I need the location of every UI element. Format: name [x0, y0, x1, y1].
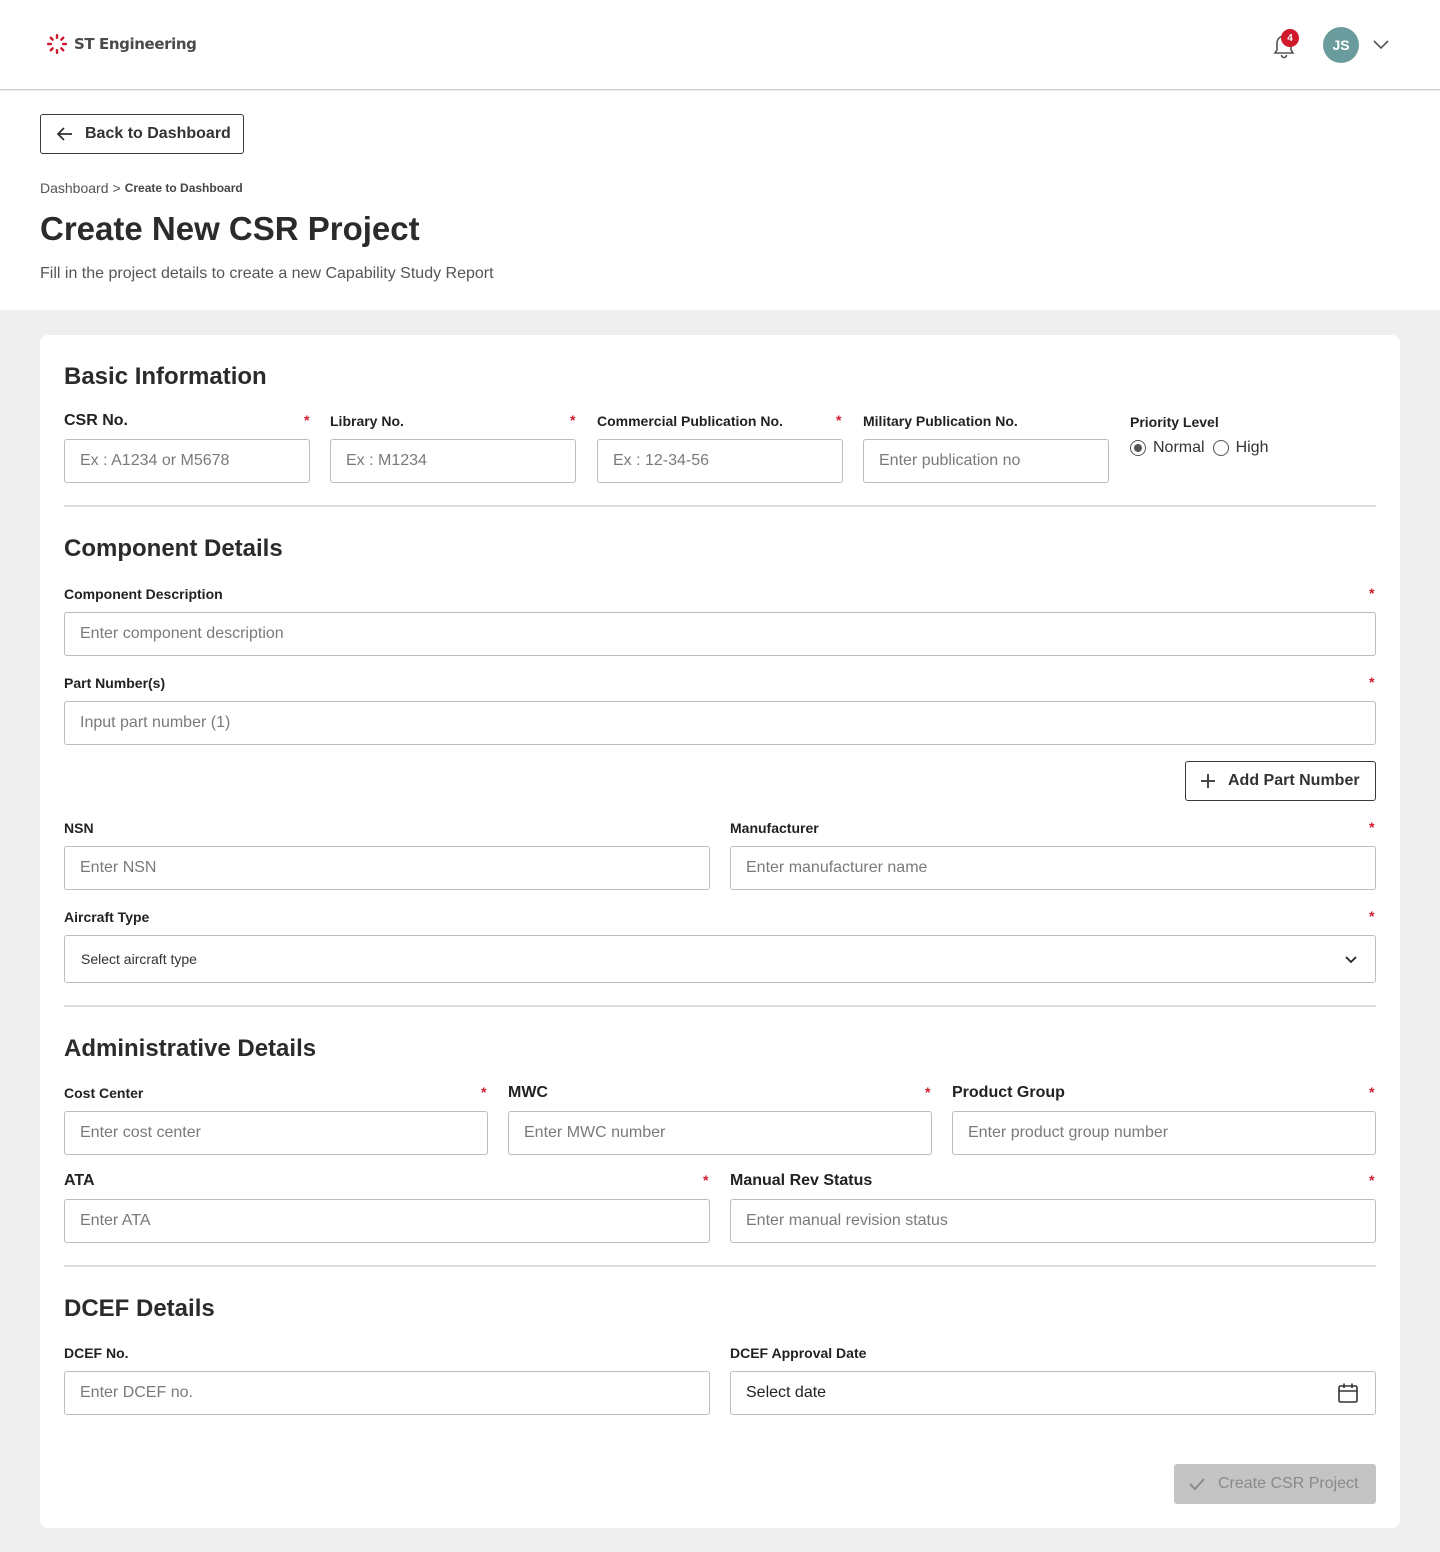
manufacturer-input[interactable]	[730, 846, 1376, 890]
radio-selected-icon[interactable]	[1130, 440, 1146, 456]
nsn-label: NSN	[64, 820, 94, 836]
required-marker: *	[1369, 674, 1375, 690]
priority-radio-group: Normal High	[1130, 439, 1268, 457]
create-csr-project-button[interactable]: Create CSR Project	[1174, 1464, 1376, 1504]
required-marker: *	[703, 1172, 709, 1188]
top-bar: ST Engineering 4 JS	[0, 0, 1440, 90]
manual-rev-status-label: Manual Rev Status	[730, 1172, 873, 1189]
part-number-label: Part Number(s)	[64, 675, 166, 691]
component-description-input[interactable]	[64, 612, 1376, 656]
mwc-label: MWC	[508, 1084, 548, 1101]
breadcrumb-separator: >	[112, 180, 121, 196]
arrow-left-icon	[56, 127, 72, 141]
library-no-input[interactable]	[330, 439, 576, 483]
required-marker: *	[1369, 1172, 1375, 1188]
radio-unselected-icon[interactable]	[1212, 440, 1229, 456]
priority-high-label: High	[1235, 439, 1269, 456]
product-group-label: Product Group	[952, 1084, 1065, 1101]
csr-no-label: CSR No.	[64, 412, 128, 429]
breadcrumb: Dashboard > Create to Dashboard	[40, 180, 243, 196]
required-marker: *	[481, 1084, 487, 1100]
chevron-down-icon	[1345, 956, 1357, 964]
priority-high-option[interactable]: High	[1212, 439, 1269, 457]
aircraft-type-select[interactable]: Select aircraft type	[64, 935, 1376, 983]
military-publication-label: Military Publication No.	[863, 413, 1018, 429]
page-title: Create New CSR Project	[40, 210, 420, 247]
page-subtitle: Fill in the project details to create a …	[40, 265, 494, 282]
manual-rev-status-input[interactable]	[730, 1199, 1376, 1243]
commercial-publication-input[interactable]	[597, 439, 843, 483]
priority-normal-option[interactable]: Normal	[1130, 439, 1205, 457]
section-title-administrative-details: Administrative Details	[64, 1035, 317, 1062]
brand-name: ST Engineering	[74, 35, 197, 53]
dcef-approval-date-label: DCEF Approval Date	[730, 1345, 867, 1361]
section-title-basic-information: Basic Information	[64, 363, 267, 390]
csr-form-card: Basic Information CSR No. * Library No. …	[40, 335, 1400, 1528]
ata-input[interactable]	[64, 1199, 710, 1243]
cost-center-input[interactable]	[64, 1111, 488, 1155]
required-marker: *	[836, 412, 842, 428]
required-marker: *	[1369, 908, 1375, 924]
section-title-component-details: Component Details	[64, 535, 283, 562]
st-engineering-logo-icon	[47, 34, 67, 54]
required-marker: *	[304, 412, 310, 428]
calendar-icon[interactable]	[1337, 1382, 1359, 1404]
product-group-input[interactable]	[952, 1111, 1376, 1155]
plus-icon	[1201, 774, 1215, 788]
date-value: Select date	[746, 1384, 827, 1401]
aircraft-type-label: Aircraft Type	[64, 909, 150, 925]
library-no-label: Library No.	[330, 413, 404, 429]
section-divider	[64, 1005, 1376, 1007]
priority-normal-label: Normal	[1153, 439, 1205, 456]
add-part-number-button[interactable]: Add Part Number	[1185, 761, 1376, 801]
breadcrumb-dashboard[interactable]: Dashboard	[40, 180, 109, 196]
section-divider	[64, 505, 1376, 507]
chevron-down-icon[interactable]	[1372, 37, 1390, 51]
user-avatar[interactable]: JS	[1323, 27, 1359, 63]
commercial-publication-label: Commercial Publication No.	[597, 413, 783, 429]
add-part-number-label: Add Part Number	[1228, 772, 1360, 789]
ata-label: ATA	[64, 1172, 95, 1189]
part-number-input[interactable]	[64, 701, 1376, 745]
mwc-input[interactable]	[508, 1111, 932, 1155]
cost-center-label: Cost Center	[64, 1085, 144, 1101]
brand-logo[interactable]: ST Engineering	[46, 33, 197, 55]
section-divider	[64, 1265, 1376, 1267]
component-description-label: Component Description	[64, 586, 223, 602]
required-marker: *	[570, 412, 576, 428]
create-csr-project-label: Create CSR Project	[1218, 1475, 1359, 1492]
manufacturer-label: Manufacturer	[730, 820, 819, 836]
required-marker: *	[925, 1084, 931, 1100]
notification-count-badge: 4	[1281, 29, 1299, 47]
required-marker: *	[1369, 585, 1375, 601]
priority-level-label: Priority Level	[1130, 414, 1219, 430]
dcef-no-input[interactable]	[64, 1371, 710, 1415]
back-to-dashboard-button[interactable]: Back to Dashboard	[40, 114, 244, 154]
nsn-input[interactable]	[64, 846, 710, 890]
aircraft-type-value: Select aircraft type	[81, 951, 197, 967]
back-button-label: Back to Dashboard	[85, 125, 231, 142]
csr-no-input[interactable]	[64, 439, 310, 483]
breadcrumb-current: Create to Dashboard	[124, 181, 243, 195]
required-marker: *	[1369, 1084, 1375, 1100]
required-marker: *	[1369, 819, 1375, 835]
check-icon	[1189, 1478, 1205, 1491]
dcef-no-label: DCEF No.	[64, 1345, 129, 1361]
dcef-approval-date-picker[interactable]: Select date	[730, 1371, 1376, 1415]
section-title-dcef-details: DCEF Details	[64, 1295, 215, 1322]
military-publication-input[interactable]	[863, 439, 1109, 483]
